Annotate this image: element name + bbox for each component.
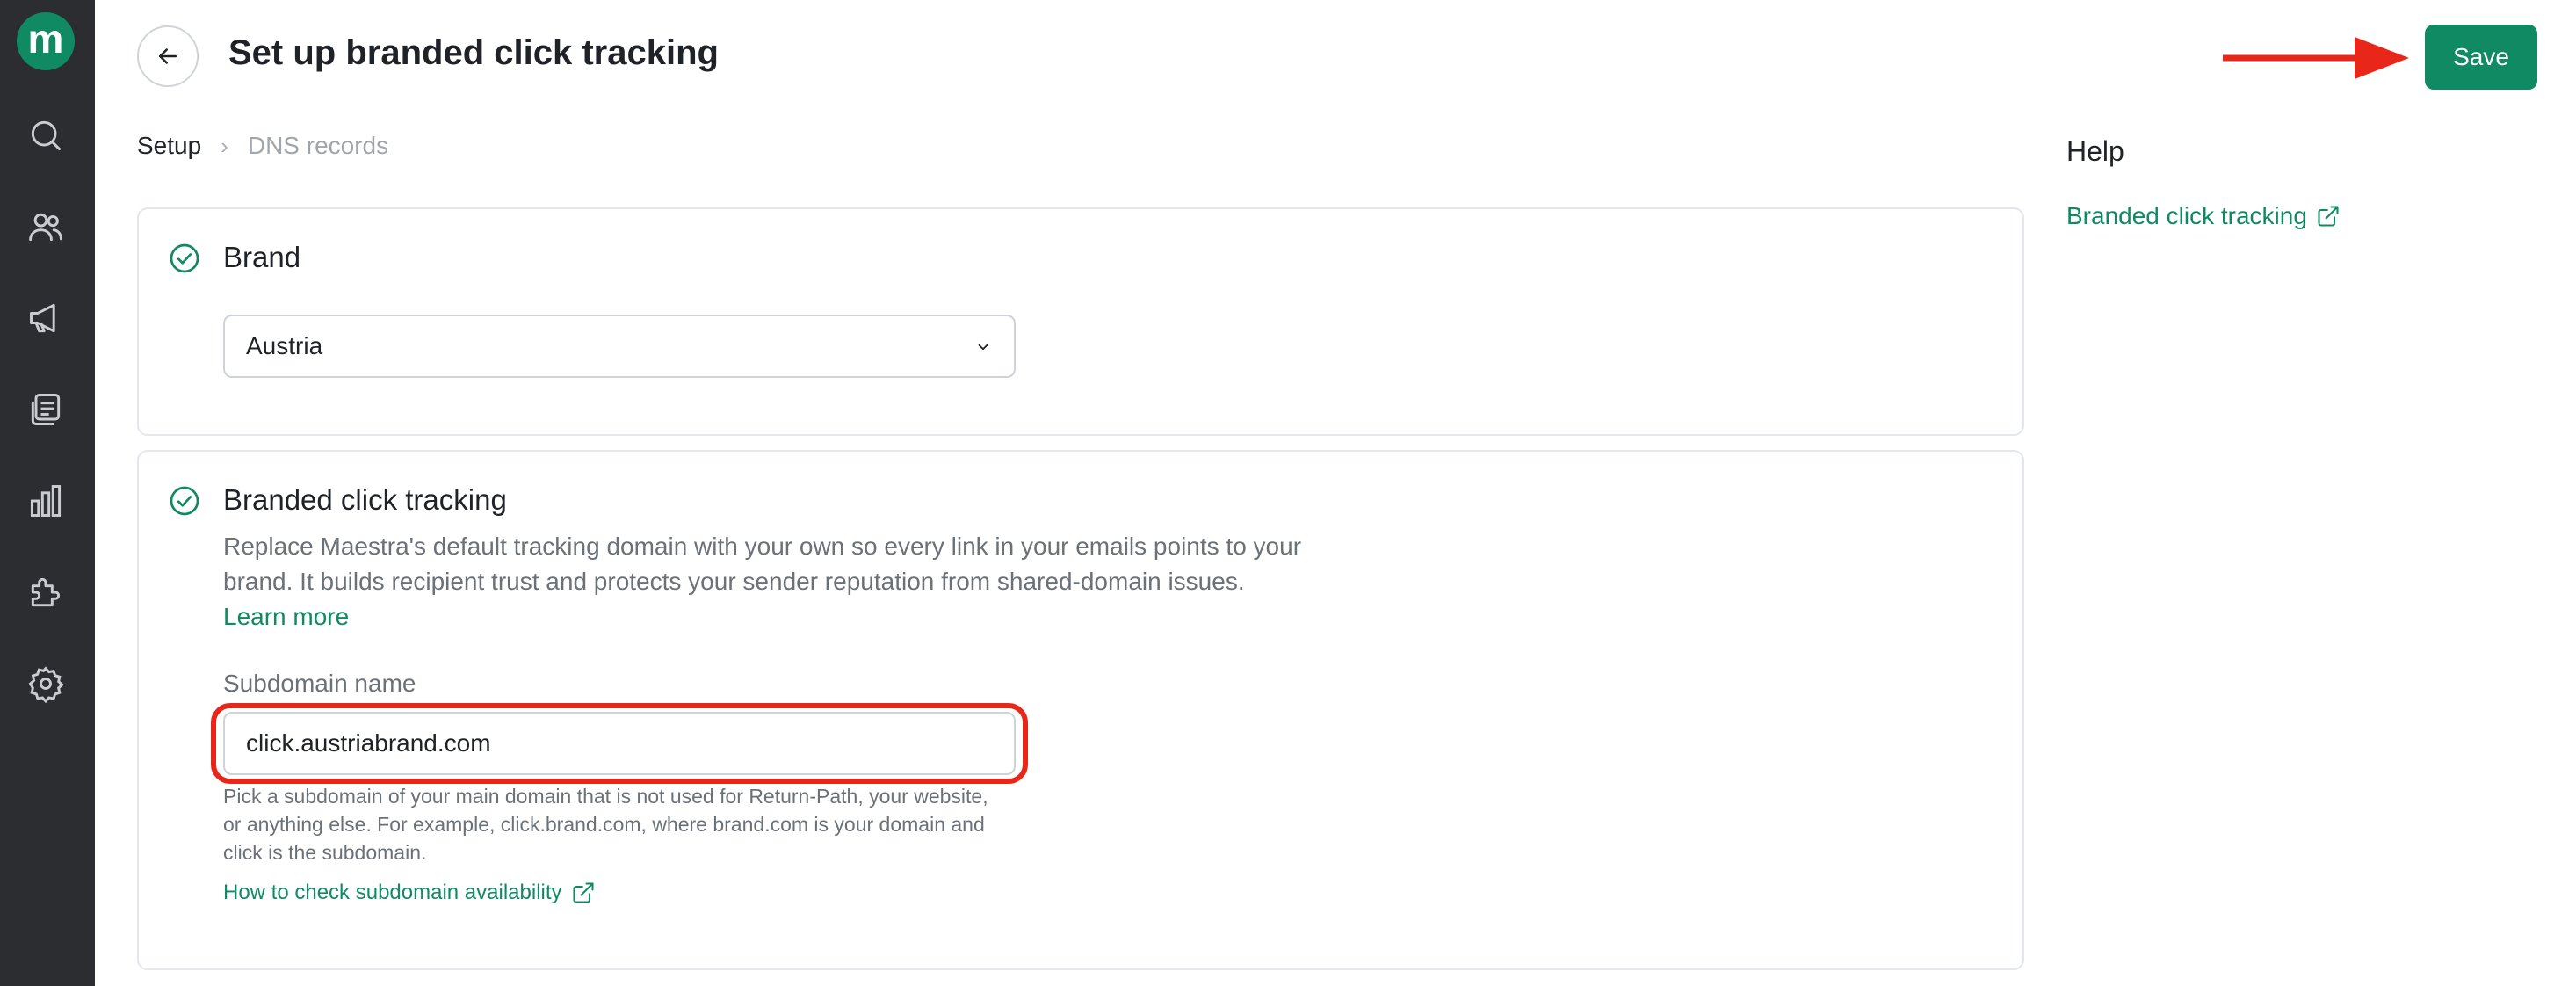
chevron-down-icon <box>978 344 988 351</box>
subdomain-input[interactable]: click.austriabrand.com <box>223 712 1016 775</box>
help-title: Help <box>2066 135 2124 167</box>
integrations-icon[interactable] <box>26 573 65 612</box>
app-logo[interactable]: m <box>17 12 75 70</box>
breadcrumb-dns-records[interactable]: DNS records <box>248 132 388 160</box>
breadcrumb-setup[interactable]: Setup <box>137 132 201 160</box>
subdomain-hint: Pick a subdomain of your main domain tha… <box>223 785 988 864</box>
check-circle-icon <box>170 243 199 273</box>
check-availability-label: How to check subdomain availability <box>223 881 562 904</box>
save-button[interactable]: Save <box>2425 25 2537 90</box>
check-availability-link[interactable]: How to check subdomain availability <box>223 881 596 905</box>
external-link-icon <box>2318 206 2339 227</box>
chevron-right-icon: › <box>221 132 228 159</box>
breadcrumb: Setup › DNS records <box>137 132 388 160</box>
tracking-section-title: Branded click tracking <box>223 483 507 516</box>
back-button[interactable] <box>137 25 199 87</box>
settings-icon[interactable] <box>26 664 65 703</box>
check-circle-icon <box>170 486 199 516</box>
subdomain-label: Subdomain name <box>223 670 416 697</box>
help-link-label: Branded click tracking <box>2066 202 2307 229</box>
sidebar: m <box>0 0 95 986</box>
external-link-icon <box>572 882 594 903</box>
analytics-icon[interactable] <box>26 482 65 520</box>
tracking-card: Branded click tracking Replace Maestra's… <box>137 450 2024 970</box>
search-icon[interactable] <box>26 116 65 155</box>
campaigns-icon[interactable] <box>26 299 65 337</box>
page-title: Set up branded click tracking <box>228 33 719 72</box>
annotation-arrow-icon <box>2223 37 2409 79</box>
contacts-icon[interactable] <box>26 207 65 246</box>
arrow-left-icon <box>159 48 177 64</box>
brand-card: Brand Austria <box>137 207 2024 436</box>
brand-select-value: Austria <box>246 332 323 359</box>
tracking-description-text: Replace Maestra's default tracking domai… <box>223 533 1302 595</box>
tracking-description: Replace Maestra's default tracking domai… <box>223 529 1304 634</box>
messages-icon[interactable] <box>26 390 65 429</box>
help-branded-click-tracking-link[interactable]: Branded click tracking <box>2066 202 2341 230</box>
brand-select[interactable]: Austria <box>223 315 1016 378</box>
learn-more-link[interactable]: Learn more <box>223 603 349 630</box>
brand-section-title: Brand <box>223 241 301 273</box>
